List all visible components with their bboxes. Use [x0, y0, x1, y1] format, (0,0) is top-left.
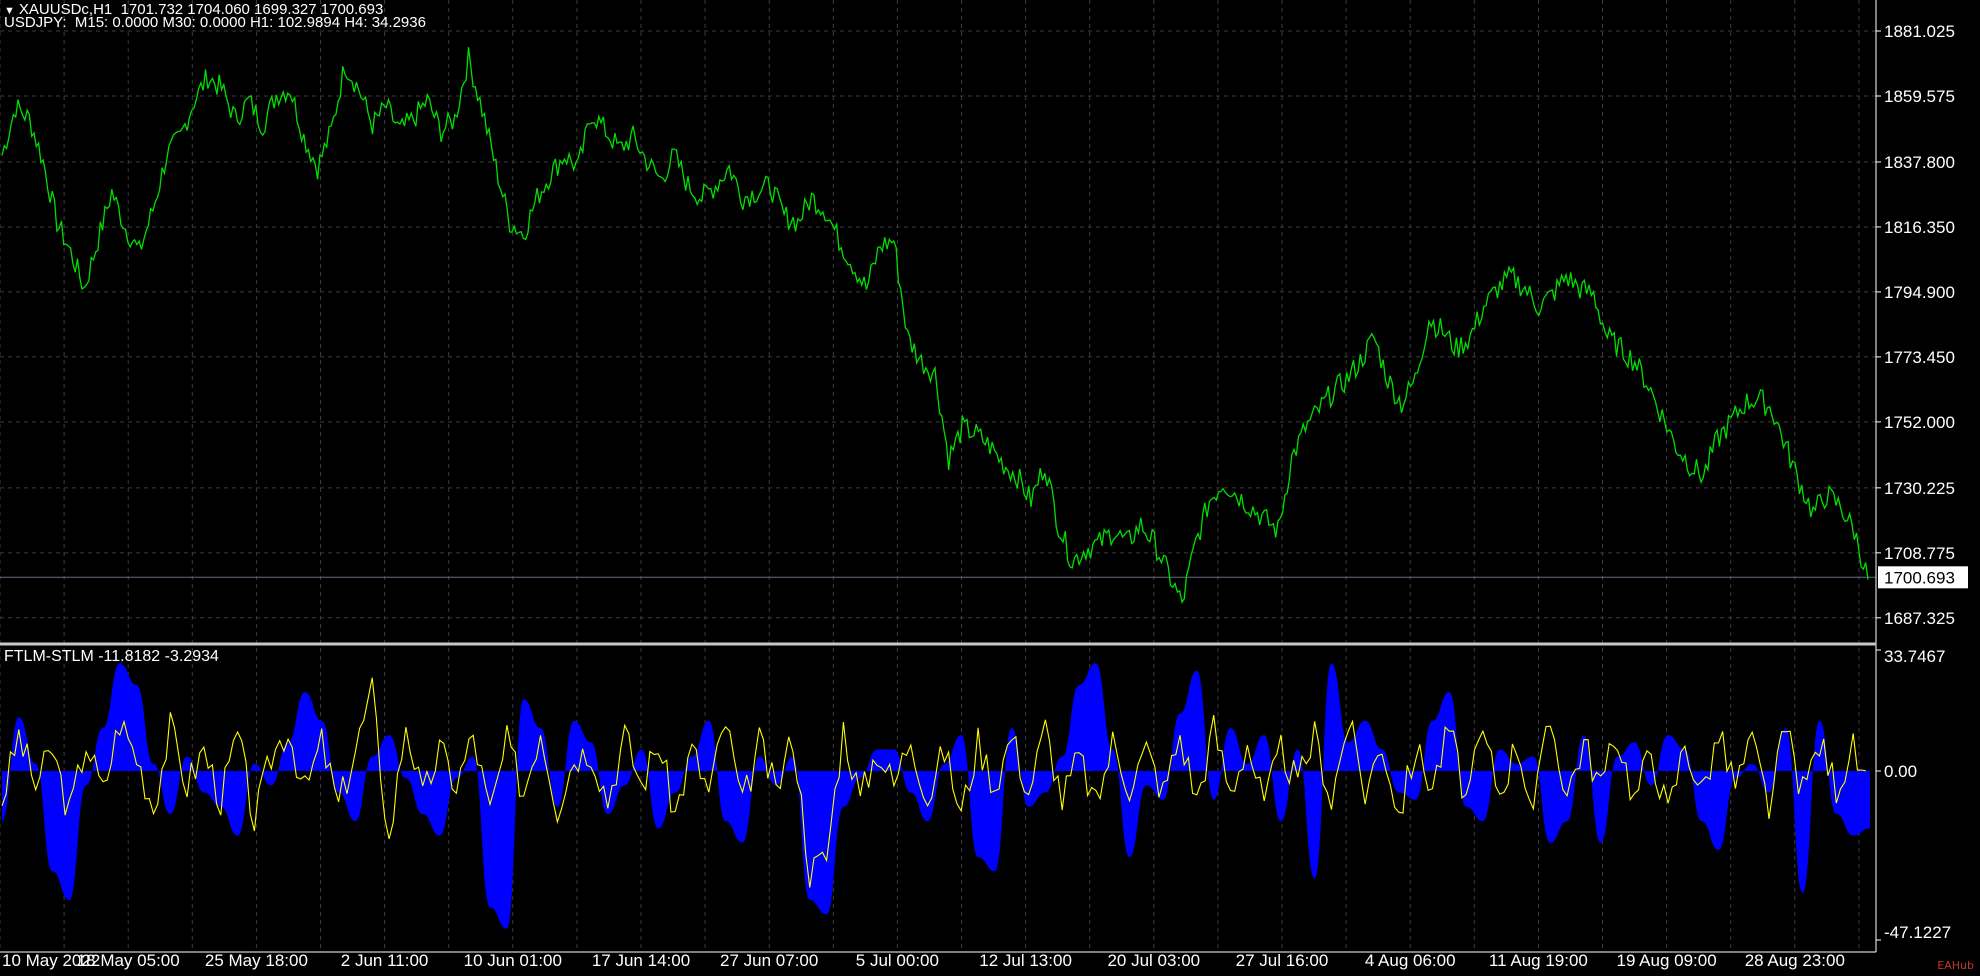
price-tick-label: 1708.775 [1884, 544, 1955, 563]
price-tick-label: 1837.800 [1884, 153, 1955, 172]
time-axis: 10 May 202218 May 05:00 25 May 18:00 2 Jun… [2, 951, 1845, 970]
time-tick-label: 27 Jun 07:00 [720, 951, 818, 970]
price-tick-label: 1687.325 [1884, 609, 1955, 628]
time-tick-label: 19 Aug 09:00 [1616, 951, 1716, 970]
watermark-logo: EAHub [1937, 959, 1974, 972]
price-tick-label: 1794.900 [1884, 283, 1955, 302]
price-tick-label: 1859.575 [1884, 87, 1955, 106]
signal-line [1, 677, 1866, 888]
price-tick-label: 1730.225 [1884, 479, 1955, 498]
indicator-series [1, 663, 1870, 929]
price-tick-label: 1752.000 [1884, 413, 1955, 432]
chart-canvas: 1881.025 1859.575 1837.800 1816.350 1794.900… [0, 0, 1968, 970]
indicator-header: USDJPY: M15: 0.0000 M30: 0.0000 H1: 102.… [4, 14, 426, 31]
time-tick-label: 4 Aug 06:00 [1365, 951, 1456, 970]
time-tick-label: 18 May 05:00 [77, 951, 180, 970]
indicator-label: FTLM-STLM -11.8182 -3.2934 [4, 648, 219, 665]
price-tick-label: 1881.025 [1884, 22, 1955, 41]
indicator-tick-label: -47.1227 [1884, 923, 1951, 942]
time-tick-label: 25 May 18:00 [205, 951, 308, 970]
indicator-tick-label: 0.00 [1884, 762, 1917, 781]
time-tick-label: 5 Jul 00:00 [856, 951, 939, 970]
price-tick-label: 1773.450 [1884, 348, 1955, 367]
price-line [1, 47, 1869, 604]
time-tick-label: 10 Jun 01:00 [464, 951, 562, 970]
price-tick-label: 1816.350 [1884, 218, 1955, 237]
time-tick-label: 11 Aug 19:00 [1489, 951, 1588, 970]
ftlm-stlm-area [2, 663, 1870, 929]
time-tick-label: 28 Aug 23:00 [1745, 951, 1845, 970]
current-price-label: 1700.693 [1884, 568, 1955, 587]
time-tick-label: 12 Jul 13:00 [979, 951, 1072, 970]
time-tick-label: 17 Jun 14:00 [592, 951, 690, 970]
price-line-series [1, 47, 1869, 604]
time-tick-label: 20 Jul 03:00 [1107, 951, 1200, 970]
time-tick-label: 2 Jun 11:00 [341, 951, 429, 970]
indicator-tick-label: 33.7467 [1884, 647, 1945, 666]
time-tick-label: 27 Jul 16:00 [1236, 951, 1329, 970]
